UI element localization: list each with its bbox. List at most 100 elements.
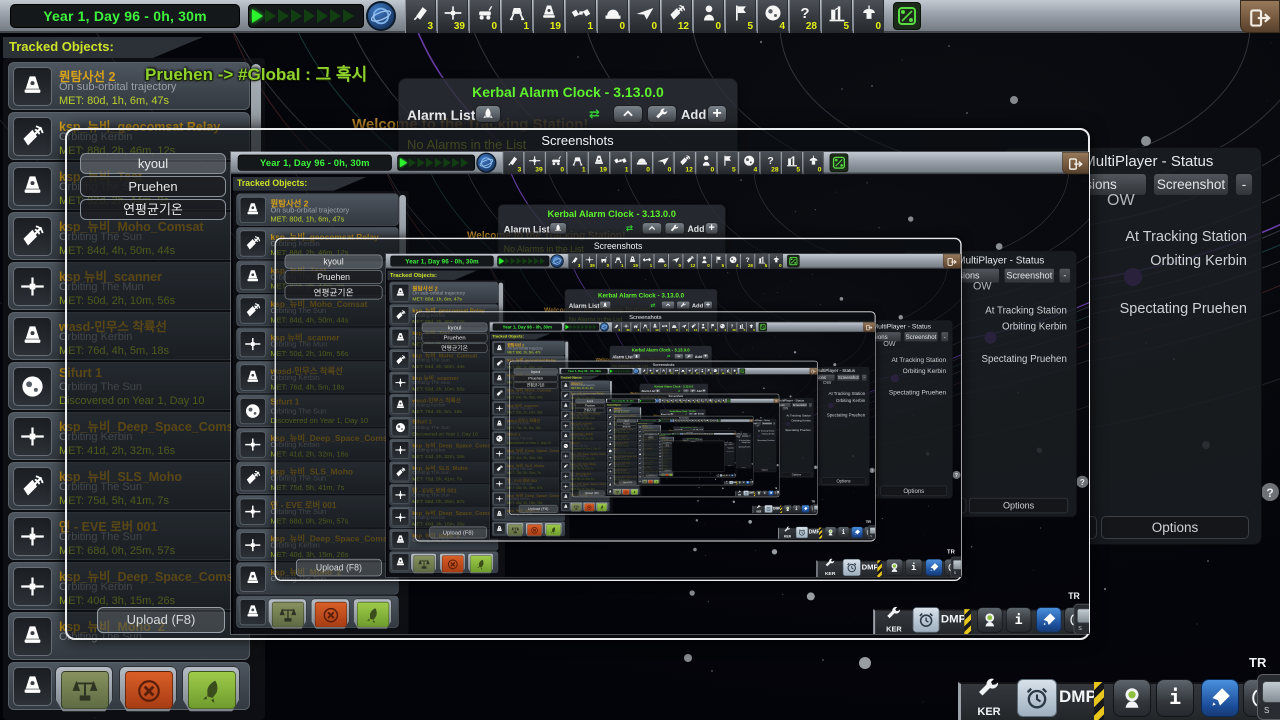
screenshot-player-button[interactable]: kyoul: [513, 368, 558, 375]
warp-arrow[interactable]: [528, 257, 534, 265]
universal-time-display[interactable]: Year 1, Day 96 - 0h, 30m: [658, 433, 673, 435]
warp-arrow[interactable]: [534, 257, 540, 265]
settings-button[interactable]: [664, 222, 685, 235]
fly-vessel-button[interactable]: [467, 553, 494, 574]
tracked-object-item[interactable]: 뭔탐사선 2On sub-orbital trajectoryMET: 80d,…: [389, 281, 499, 304]
filter-science-button[interactable]: 0: [769, 253, 784, 269]
screenshot-button[interactable]: Screenshot: [1003, 267, 1055, 284]
terminate-vessel-button[interactable]: [647, 479, 654, 484]
tracked-object-item[interactable]: 뭔탐사선 2On sub-orbital trajectoryMET: 80d,…: [560, 380, 610, 391]
kerbal-eva-button[interactable]: [977, 607, 1003, 633]
filter-station-button[interactable]: 1: [673, 367, 680, 375]
ker-button[interactable]: KER: [966, 676, 1012, 718]
filter-base-button[interactable]: 0: [669, 322, 679, 333]
universal-time-display[interactable]: Year 1, Day 96 - 0h, 30m: [390, 255, 494, 267]
kerbal-eva-button[interactable]: [1113, 679, 1151, 717]
warp-arrow[interactable]: [510, 257, 516, 265]
screenshot-player-button[interactable]: kyoul: [284, 254, 383, 269]
collapse-button[interactable]: [641, 222, 663, 235]
filter-rover-button[interactable]: 0: [545, 152, 567, 175]
minimize-button[interactable]: -: [772, 422, 776, 426]
alarm-clock-app-icon[interactable]: [655, 398, 660, 403]
filter-plane-button[interactable]: 0: [679, 322, 689, 333]
filter-unknown-button[interactable]: ?28: [718, 367, 725, 375]
add-alarm-button[interactable]: +: [704, 222, 719, 235]
filter-plane-button[interactable]: 0: [686, 367, 693, 375]
terminate-vessel-button[interactable]: [525, 522, 543, 537]
add-alarm-button[interactable]: +: [701, 389, 706, 393]
kerbal-eva-button[interactable]: [885, 558, 903, 577]
filter-probe-button[interactable]: 39: [523, 152, 545, 175]
screenshot-button[interactable]: Screenshot: [791, 402, 808, 408]
filter-kerbal-button[interactable]: 0: [693, 0, 724, 33]
filter-asteroid-button[interactable]: 4: [738, 152, 760, 175]
info-button[interactable]: i: [792, 505, 801, 513]
kerbal-eva-button[interactable]: [756, 490, 762, 496]
filter-debris-button[interactable]: 3: [640, 367, 648, 375]
alarm-rocket-button[interactable]: [599, 301, 611, 310]
filter-rover-button[interactable]: 0: [469, 0, 500, 33]
ker-button[interactable]: KER: [781, 526, 795, 538]
settings-button[interactable]: [689, 389, 696, 393]
filter-unknown-button[interactable]: ?28: [727, 322, 737, 333]
map-overlay-button[interactable]: [829, 153, 849, 173]
screenshot-button[interactable]: Screenshot: [836, 374, 860, 382]
exit-building-button[interactable]: [773, 398, 780, 404]
info-button[interactable]: i: [762, 490, 768, 496]
filter-station-button[interactable]: 1: [565, 0, 596, 33]
exit-building-button[interactable]: [1062, 152, 1089, 175]
recover-vessel-button[interactable]: [410, 553, 437, 574]
alarm-clock-toolbar-button[interactable]: [1017, 679, 1057, 717]
info-button[interactable]: i: [1005, 607, 1032, 633]
filter-kerbal-button[interactable]: 0: [699, 367, 706, 375]
universal-time-display[interactable]: Year 1, Day 96 - 0h, 30m: [637, 419, 659, 422]
kspedia-button[interactable]: [1036, 607, 1062, 633]
settings-button[interactable]: [684, 353, 694, 360]
filter-flag-button[interactable]: 5: [705, 367, 712, 375]
alarm-clock-app-icon[interactable]: [670, 419, 674, 423]
options-button[interactable]: Options: [880, 485, 948, 497]
recover-vessel-button[interactable]: [570, 502, 583, 512]
terminate-vessel-button[interactable]: [439, 553, 466, 574]
screenshot-player-button[interactable]: 연평균기온: [513, 382, 558, 389]
time-warp-control[interactable]: [564, 323, 600, 331]
terminate-vessel-button[interactable]: [665, 473, 669, 477]
filter-relay-button[interactable]: 12: [682, 253, 697, 269]
filter-science-button[interactable]: 0: [746, 322, 756, 333]
warp-arrow[interactable]: [565, 324, 569, 330]
screenshot-player-button[interactable]: 연평균기온: [284, 285, 383, 300]
collapse-button[interactable]: [682, 389, 690, 393]
filter-base-button[interactable]: 0: [597, 0, 628, 33]
warp-arrow[interactable]: [443, 158, 451, 168]
screenshot-player-button[interactable]: Pruehen: [421, 332, 488, 343]
warp-arrow[interactable]: [673, 433, 675, 435]
terminate-vessel-button[interactable]: [119, 666, 177, 712]
corner-panel-button[interactable]: [1076, 608, 1089, 624]
filter-base-button[interactable]: 0: [631, 152, 652, 175]
warp-arrow[interactable]: [434, 158, 443, 168]
warp-arrow[interactable]: [417, 158, 425, 168]
filter-debris-button[interactable]: 3: [502, 152, 524, 175]
upload-screenshot-button[interactable]: Upload (F8): [663, 469, 672, 472]
warp-arrow[interactable]: [452, 158, 460, 168]
filter-base-button[interactable]: 0: [679, 367, 686, 375]
warp-arrow[interactable]: [291, 9, 302, 23]
screenshot-player-button[interactable]: kyoul: [421, 322, 488, 333]
filter-flag-button[interactable]: 5: [716, 152, 738, 175]
screenshot-player-button[interactable]: 연평균기온: [575, 408, 605, 413]
filter-launchsite-button[interactable]: 5: [724, 367, 732, 375]
exit-building-button[interactable]: [749, 419, 754, 423]
upload-screenshot-button[interactable]: Upload (F8): [97, 607, 225, 633]
map-overlay-button[interactable]: [787, 254, 800, 268]
fly-vessel-button[interactable]: [352, 598, 392, 630]
warp-arrow[interactable]: [516, 257, 522, 265]
time-warp-control[interactable]: [397, 154, 475, 171]
info-button[interactable]: i: [837, 526, 850, 539]
screenshot-button[interactable]: Screenshot: [741, 434, 749, 437]
filter-relay-button[interactable]: 12: [661, 0, 692, 33]
alarm-clock-toolbar-button[interactable]: [912, 607, 940, 633]
ker-button[interactable]: KER: [737, 490, 743, 496]
warp-arrow[interactable]: [628, 369, 631, 373]
ker-button[interactable]: KER: [754, 504, 763, 513]
warp-arrow[interactable]: [317, 9, 328, 23]
